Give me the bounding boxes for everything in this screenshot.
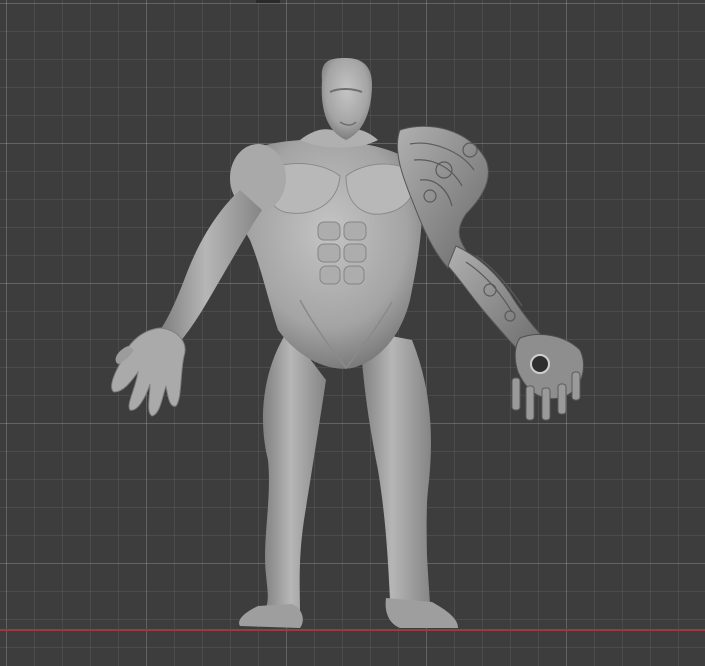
sculpted-figure[interactable] [0,0,705,666]
head [321,58,372,140]
left-leg [239,330,326,628]
left-arm [111,190,262,417]
right-leg [360,330,458,628]
cybernetic-arm [396,125,584,421]
3d-viewport[interactable] [0,0,705,666]
